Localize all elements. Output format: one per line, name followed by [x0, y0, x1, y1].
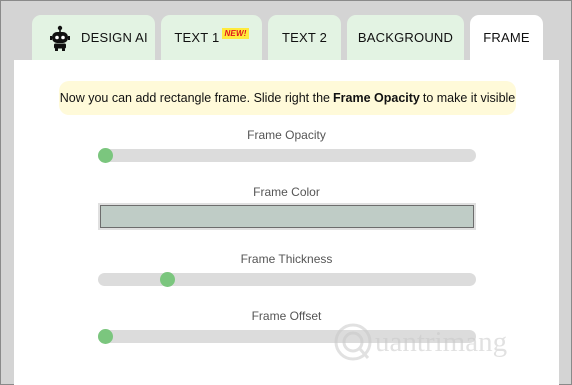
tab-design-ai[interactable]: DESIGN AI	[32, 15, 155, 60]
frame-thickness-handle[interactable]	[159, 272, 175, 287]
tab-frame[interactable]: FRAME	[470, 15, 543, 60]
watermark: uantrimang	[333, 322, 507, 362]
tab-text-2-label: TEXT 2	[281, 30, 328, 45]
tab-background[interactable]: BACKGROUND	[347, 15, 464, 60]
watermark-text: uantrimang	[375, 325, 508, 358]
tab-text-1-label: TEXT 1	[174, 30, 220, 45]
tab-text-2[interactable]: TEXT 2	[268, 15, 341, 60]
frame-thickness-label: Frame Thickness	[240, 252, 333, 266]
hint-text-before: Now you can add rectangle frame. Slide r…	[59, 91, 331, 105]
tab-design-ai-label: DESIGN AI	[81, 30, 148, 45]
tab-frame-label: FRAME	[483, 30, 530, 45]
tab-background-label: BACKGROUND	[357, 30, 454, 45]
frame-color-picker[interactable]	[98, 203, 476, 230]
frame-thickness-slider[interactable]	[98, 272, 476, 287]
frame-opacity-slider[interactable]	[98, 148, 476, 163]
hint-text-after: to make it visible	[422, 91, 516, 105]
frame-color-label: Frame Color	[253, 185, 320, 199]
hint-text-bold: Frame Opacity	[333, 91, 420, 105]
frame-opacity-handle[interactable]	[98, 148, 113, 163]
robot-icon	[49, 25, 71, 51]
frame-color-swatch[interactable]	[100, 205, 474, 228]
hint-box: Now you can add rectangle frame. Slide r…	[59, 81, 516, 115]
frame-offset-label: Frame Offset	[251, 309, 322, 323]
tab-text-1[interactable]: TEXT 1 NEW!	[161, 15, 262, 60]
frame-offset-handle[interactable]	[98, 329, 113, 344]
new-badge: NEW!	[222, 28, 249, 39]
frame-opacity-label: Frame Opacity	[247, 128, 326, 142]
watermark-logo-icon	[334, 323, 372, 361]
tab-bar: DESIGN AI TEXT 1 NEW! TEXT 2 BACKGROUND …	[32, 15, 543, 60]
